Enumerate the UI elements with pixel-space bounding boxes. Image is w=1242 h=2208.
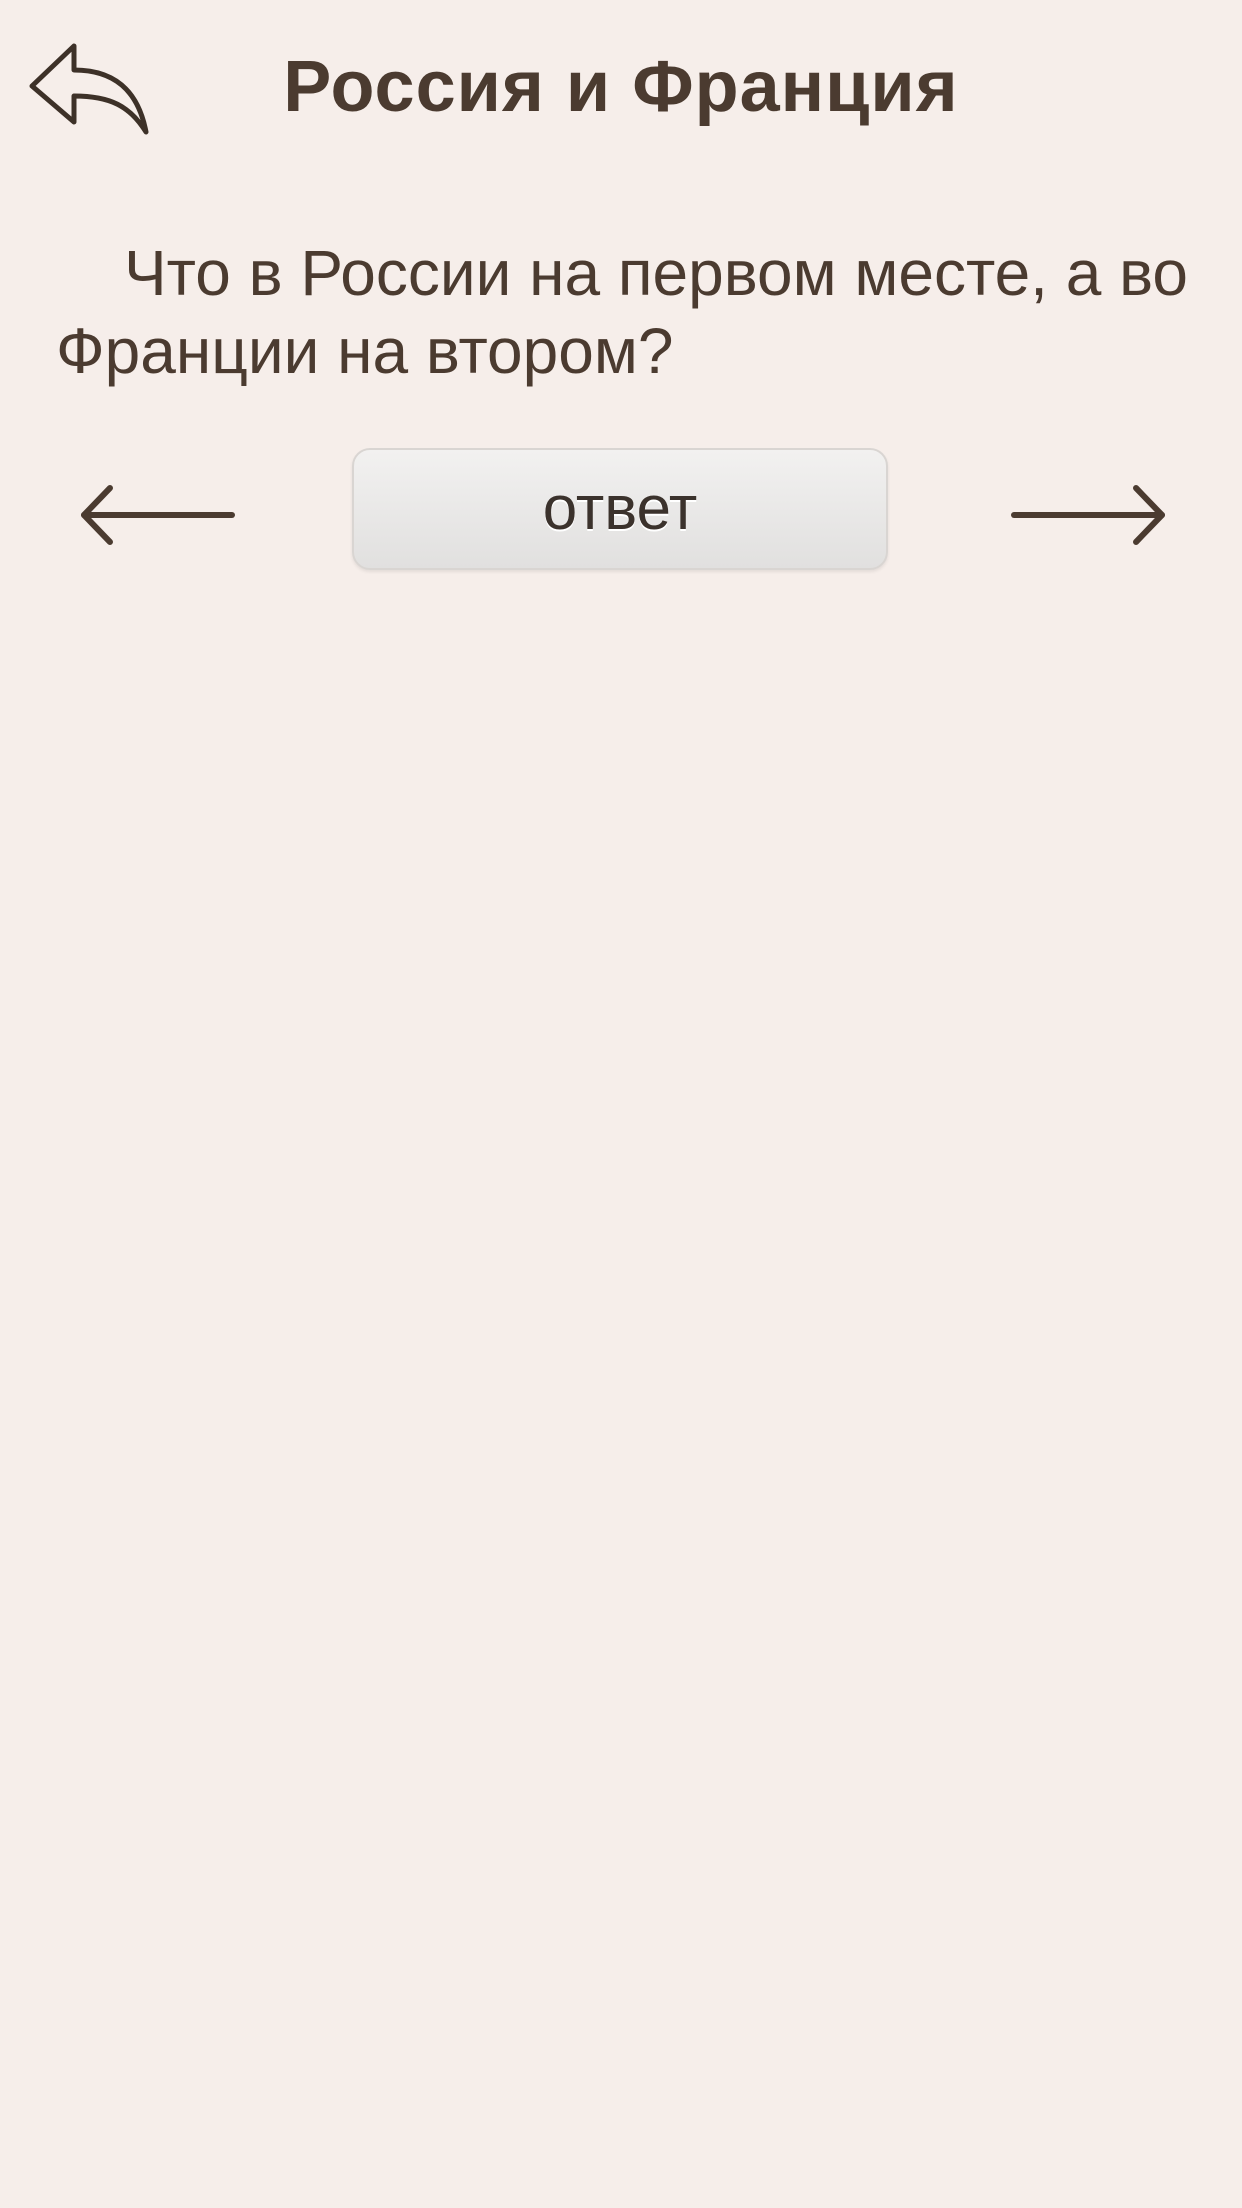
arrow-left-icon	[81, 485, 235, 545]
header-bar: Россия и Франция	[0, 0, 1242, 176]
answer-button[interactable]: ответ	[352, 448, 888, 570]
prev-button[interactable]	[78, 484, 238, 546]
page-title: Россия и Франция	[283, 47, 959, 127]
next-button[interactable]	[1008, 484, 1168, 546]
navigation-row: ответ	[0, 448, 1242, 574]
arrow-right-icon	[1011, 485, 1165, 545]
question-text: Что в России на первом месте, а во Франц…	[56, 237, 1188, 387]
